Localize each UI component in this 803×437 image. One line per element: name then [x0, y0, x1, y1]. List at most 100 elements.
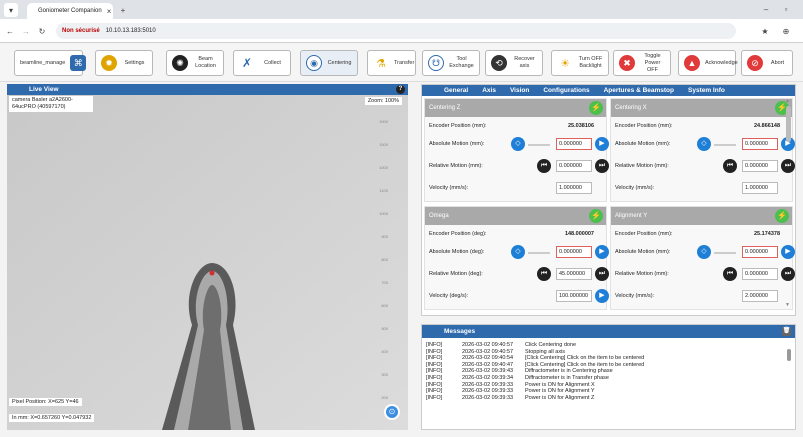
turn-off-backlight-button[interactable]: ☀ Turn OFF Backlight — [551, 50, 609, 76]
jog-both-icon[interactable]: ◇ — [511, 245, 525, 259]
set-velocity-icon[interactable]: ▶ — [595, 289, 609, 303]
transfer-button[interactable]: ⚗ Transfer — [367, 50, 416, 76]
live-view-title: Live View — [29, 86, 59, 93]
velocity-input[interactable]: 100.000000 — [556, 290, 592, 302]
jog-both-icon[interactable]: ◇ — [697, 245, 711, 259]
absolute-motion-input[interactable]: 0.000000 — [742, 246, 778, 258]
toggle-power-off-button[interactable]: ✖ Toggle Power OFF — [613, 50, 671, 76]
message-text: [Click Centering] Click on the item to b… — [525, 355, 645, 362]
abort-button[interactable]: ⊘ Abort — [741, 50, 793, 76]
move-absolute-icon[interactable]: ▶ — [595, 245, 609, 259]
tool-exchange-button[interactable]: ☋ Tool Exchange — [422, 50, 480, 76]
tab-general[interactable]: General — [444, 87, 468, 94]
reload-icon[interactable]: ↻ — [36, 24, 48, 38]
scale-tick: 700 — [381, 280, 388, 285]
move-absolute-icon[interactable]: ▶ — [595, 137, 609, 151]
encoder-value: 25.038106 — [568, 123, 594, 129]
stop-icon: ⊘ — [747, 55, 763, 71]
recover-axis-button[interactable]: ⟲ Recover axis — [485, 50, 543, 76]
step-forward-icon[interactable]: ⏭ — [595, 267, 609, 281]
trash-icon[interactable]: 🗑 — [782, 327, 791, 336]
message-level: [INFO] — [426, 348, 443, 355]
lightning-icon[interactable]: ⚡ — [589, 209, 603, 223]
scale-tick: 1000 — [379, 211, 388, 216]
collect-button[interactable]: ✗ Collect — [233, 50, 291, 76]
lightning-icon[interactable]: ⚡ — [589, 101, 603, 115]
jog-both-icon[interactable]: ◇ — [697, 137, 711, 151]
scale-tick: 200 — [381, 395, 388, 400]
zoom-level: Zoom: 100% — [364, 97, 402, 105]
absolute-motion-input[interactable]: 0.000000 — [556, 138, 592, 150]
new-tab-icon[interactable]: + — [117, 3, 129, 17]
motion-slider[interactable] — [528, 144, 550, 146]
tab-axis[interactable]: Axis — [482, 87, 496, 94]
tab-apertures-beamstop[interactable]: Apertures & Beamstop — [604, 87, 674, 94]
messages-title: Messages — [444, 328, 476, 335]
security-warning[interactable]: Non sécurisé — [62, 28, 100, 34]
relative-motion-input[interactable]: 0.000000 — [742, 160, 778, 172]
relative-motion-label: Relative Motion (mm): — [615, 163, 669, 169]
settings-button[interactable]: ✹ Settings — [95, 50, 153, 76]
bookmark-star-icon[interactable]: ★ — [759, 24, 771, 38]
scale-tick: 800 — [381, 257, 388, 262]
jog-both-icon[interactable]: ◇ — [511, 137, 525, 151]
motion-slider[interactable] — [714, 252, 736, 254]
velocity-input[interactable]: 1.000000 — [556, 182, 592, 194]
transfer-label: Transfer — [394, 59, 415, 66]
minimize-icon[interactable]: – — [760, 3, 772, 15]
forward-icon[interactable]: → — [20, 24, 32, 38]
beam-location-button[interactable]: ✺ Beam Location — [166, 50, 224, 76]
close-tab-icon[interactable]: × — [107, 7, 112, 16]
messages-scroll-thumb[interactable] — [787, 349, 791, 361]
velocity-input[interactable]: 2.000000 — [742, 290, 778, 302]
back-icon[interactable]: ← — [4, 24, 16, 38]
message-row: [INFO] 2026-03-02 09:39:33 Power is ON for… — [422, 395, 795, 402]
warning-icon: ▲ — [684, 55, 700, 71]
beam-location-line2: Location — [195, 63, 216, 69]
profile-icon[interactable]: ⊕ — [780, 24, 792, 38]
step-forward-icon[interactable]: ⏭ — [595, 159, 609, 173]
help-icon[interactable]: ? — [396, 85, 405, 94]
step-back-icon[interactable]: ⏮ — [537, 267, 551, 281]
message-text: Diffractometer is in Centering phase — [525, 368, 613, 375]
scroll-up-icon[interactable]: ▲ — [785, 98, 790, 104]
tab-system-info[interactable]: System Info — [688, 87, 725, 94]
centering-button[interactable]: ◉ Centering — [300, 50, 358, 76]
relative-motion-input[interactable]: 45.000000 — [556, 268, 592, 280]
motion-slider[interactable] — [714, 144, 736, 146]
message-text: Diffractometer is in Transfer phase — [525, 374, 609, 381]
scale-tick: 1100 — [379, 188, 388, 193]
url-field[interactable]: Non sécurisé 10.10.13.183:5010 — [56, 23, 736, 39]
absolute-motion-input[interactable]: 0.000000 — [556, 246, 592, 258]
step-back-icon[interactable]: ⏮ — [537, 159, 551, 173]
messages-header: Messages 🗑 — [422, 325, 795, 338]
message-level: [INFO] — [426, 355, 443, 362]
center-target-button[interactable]: ⊙ — [384, 404, 400, 420]
relative-motion-label: Relative Motion (mm): — [429, 163, 483, 169]
relative-motion-input[interactable]: 0.000000 — [556, 160, 592, 172]
tab-list-icon[interactable]: ▾ — [4, 3, 18, 17]
restore-icon[interactable]: ▫ — [780, 3, 792, 15]
motion-slider[interactable] — [528, 252, 550, 254]
scale-tick: 600 — [381, 303, 388, 308]
velocity-label: Velocity (mm/s): — [429, 185, 469, 191]
axis-scrollbar[interactable]: ▲ ▼ — [785, 98, 793, 310]
step-back-icon[interactable]: ⏮ — [723, 267, 737, 281]
beam-location-line1: Beam — [198, 56, 213, 62]
scroll-down-icon[interactable]: ▼ — [785, 302, 790, 308]
tool-exchange-line2: Exchange — [449, 63, 474, 69]
tab-configurations[interactable]: Configurations — [543, 87, 589, 94]
absolute-motion-label: Absolute Motion (mm): — [615, 141, 671, 147]
camera-image[interactable] — [7, 95, 408, 430]
backlight-line1: Turn OFF — [578, 56, 603, 62]
velocity-input[interactable]: 1.000000 — [742, 182, 778, 194]
step-back-icon[interactable]: ⏮ — [723, 159, 737, 173]
scroll-thumb[interactable] — [786, 106, 791, 142]
beamline-button[interactable]: beamline_manage ⌘ — [14, 50, 87, 76]
acknowledge-button[interactable]: ▲ Acknowledge — [678, 50, 738, 76]
absolute-motion-input[interactable]: 0.000000 — [742, 138, 778, 150]
browser-tab[interactable]: Goniometer Companion × — [27, 3, 113, 19]
target-icon: ◉ — [306, 55, 322, 71]
tab-vision[interactable]: Vision — [510, 87, 529, 94]
relative-motion-input[interactable]: 0.000000 — [742, 268, 778, 280]
